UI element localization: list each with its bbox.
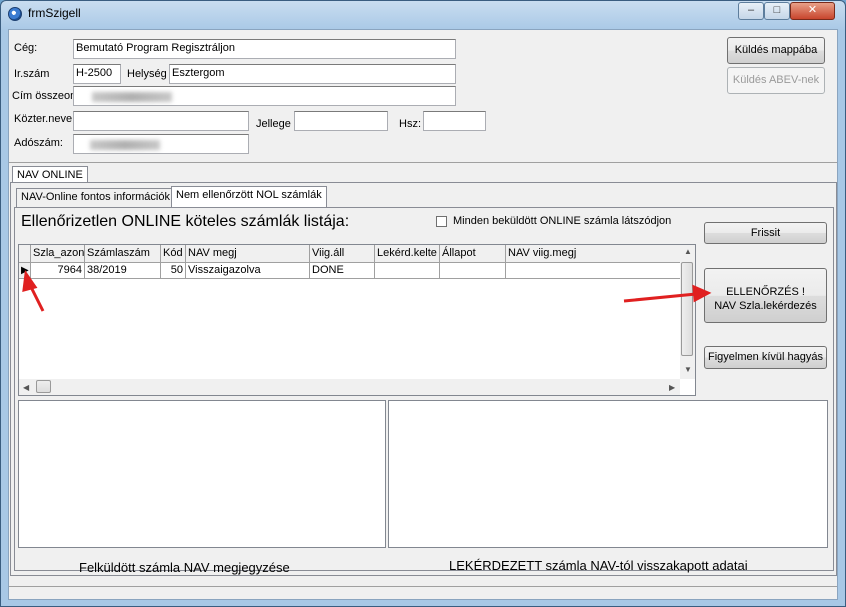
annotation-arrow [22,269,712,312]
arrow-head [22,269,38,293]
annotation-overlay [22,269,712,312]
arrow-to-ellenorzes [623,292,697,303]
arrow-head [692,284,712,303]
